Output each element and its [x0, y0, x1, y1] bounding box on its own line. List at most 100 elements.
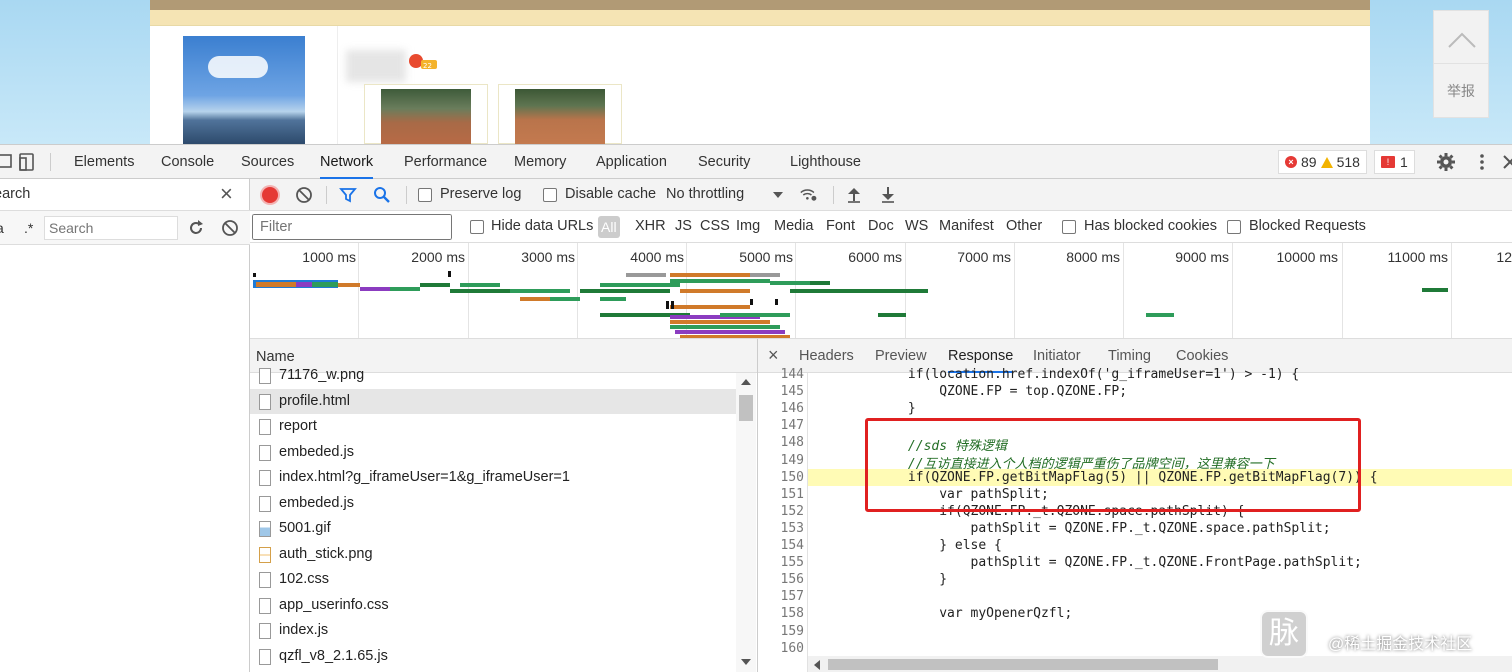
scrollbar-thumb[interactable]: [828, 659, 1218, 670]
tab-security[interactable]: Security: [698, 145, 750, 179]
request-row[interactable]: app_userinfo.css: [250, 593, 736, 619]
line-number: 155: [780, 555, 804, 571]
inspect-element-icon[interactable]: [0, 153, 14, 171]
annotation-highlight-box: [865, 418, 1361, 512]
vip-badge-icon: 22: [409, 54, 437, 70]
filter-other[interactable]: Other: [1006, 218, 1042, 234]
tab-performance[interactable]: Performance: [404, 145, 487, 179]
tab-sources[interactable]: Sources: [241, 145, 294, 179]
report-link[interactable]: 举报: [1434, 81, 1488, 101]
clear-search-icon[interactable]: [221, 219, 239, 237]
document-file-icon: [259, 419, 271, 435]
line-number: 149: [780, 452, 804, 468]
console-counts[interactable]: × 89 518: [1278, 150, 1367, 174]
filter-img[interactable]: Img: [736, 218, 760, 234]
profile-sidebar: [150, 26, 338, 144]
request-list-scrollbar[interactable]: [736, 373, 756, 672]
search-row: a .*: [0, 211, 250, 245]
request-row[interactable]: qzfl_v8_2.1.65.js: [250, 644, 736, 670]
filter-xhr[interactable]: XHR: [635, 218, 666, 234]
has-blocked-cookies-label: Has blocked cookies: [1084, 218, 1217, 234]
close-detail-icon[interactable]: ×: [768, 345, 779, 366]
preserve-log-checkbox[interactable]: [418, 188, 432, 202]
scrollbar-thumb[interactable]: [739, 395, 753, 421]
line-number: 150: [780, 469, 804, 485]
filter-js[interactable]: JS: [675, 218, 692, 234]
close-search-icon[interactable]: ×: [220, 183, 233, 205]
scroll-down-icon[interactable]: [741, 659, 751, 665]
request-row[interactable]: embeded.js: [250, 491, 736, 517]
tab-application[interactable]: Application: [596, 145, 667, 179]
settings-gear-icon[interactable]: [1436, 152, 1456, 172]
network-conditions-icon[interactable]: [800, 186, 818, 204]
refresh-icon[interactable]: [186, 218, 206, 238]
filter-input[interactable]: [252, 214, 452, 240]
code-line: pathSplit = QZONE.FP._t.QZONE.FrontPage.…: [814, 555, 1362, 571]
code-line: var myOpenerQzfl;: [814, 606, 1073, 622]
search-icon[interactable]: [373, 186, 391, 204]
chevron-down-icon[interactable]: [773, 192, 783, 198]
filter-all[interactable]: All: [598, 216, 620, 238]
line-number: 159: [780, 623, 804, 639]
issue-count: 1: [1400, 154, 1408, 170]
scroll-up-icon[interactable]: [741, 379, 751, 385]
import-har-icon[interactable]: [845, 186, 863, 204]
request-row[interactable]: 102.css: [250, 567, 736, 593]
tab-memory[interactable]: Memory: [514, 145, 566, 179]
tab-elements[interactable]: Elements: [74, 145, 134, 179]
blurred-username: [346, 50, 406, 82]
back-to-top-widget[interactable]: 举报: [1433, 10, 1489, 118]
request-name: 102.css: [279, 571, 329, 587]
filter-doc[interactable]: Doc: [868, 218, 894, 234]
request-row[interactable]: 71176_w.png: [250, 363, 736, 389]
request-row[interactable]: index.js: [250, 618, 736, 644]
request-name: report: [279, 418, 317, 434]
filter-media[interactable]: Media: [774, 218, 814, 234]
blocked-requests-checkbox[interactable]: [1227, 220, 1241, 234]
network-toolbar: Preserve log Disable cache No throttling: [250, 179, 1512, 211]
network-overview-timeline[interactable]: 1000 ms 2000 ms 3000 ms 4000 ms 5000 ms …: [250, 243, 1512, 339]
waterfall-bars: [253, 271, 1448, 338]
hide-data-urls-checkbox[interactable]: [470, 220, 484, 234]
line-number: 147: [780, 418, 804, 434]
document-file-icon: [259, 648, 271, 665]
close-devtools-icon[interactable]: [1500, 152, 1512, 172]
tab-console[interactable]: Console: [161, 145, 214, 179]
match-case-toggle[interactable]: a: [0, 220, 4, 236]
request-row[interactable]: report: [250, 414, 736, 440]
watermark-logo: 脉: [1260, 610, 1308, 658]
more-options-icon[interactable]: [1472, 152, 1492, 172]
request-row[interactable]: auth_stick.png: [250, 542, 736, 568]
issues-counter[interactable]: ! 1: [1374, 150, 1415, 174]
disable-cache-checkbox[interactable]: [543, 188, 557, 202]
request-row[interactable]: 5001.gif: [250, 516, 736, 542]
clear-log-icon[interactable]: [295, 186, 313, 204]
request-row[interactable]: embeded.js: [250, 440, 736, 466]
photo-thumbnail[interactable]: [498, 84, 622, 144]
record-button[interactable]: [262, 187, 278, 203]
warning-icon: [1320, 156, 1333, 168]
device-toolbar-icon[interactable]: [18, 153, 36, 171]
filter-css[interactable]: CSS: [700, 218, 730, 234]
photo-thumbnail[interactable]: [364, 84, 488, 144]
tab-lighthouse[interactable]: Lighthouse: [790, 145, 861, 179]
document-file-icon: [259, 393, 271, 410]
has-blocked-cookies-checkbox[interactable]: [1062, 220, 1076, 234]
request-row[interactable]: profile.html: [250, 388, 736, 414]
error-icon: ×: [1285, 156, 1297, 168]
export-har-icon[interactable]: [879, 186, 897, 204]
throttling-select[interactable]: No throttling: [666, 186, 744, 202]
filter-manifest[interactable]: Manifest: [939, 218, 994, 234]
tab-network[interactable]: Network: [320, 145, 374, 179]
scroll-left-icon[interactable]: [814, 660, 820, 670]
avatar-photo[interactable]: [183, 36, 305, 144]
filter-icon[interactable]: [339, 186, 357, 204]
search-input[interactable]: [44, 216, 178, 240]
warning-count: 518: [1336, 154, 1360, 170]
chevron-up-icon[interactable]: [1446, 25, 1478, 57]
filter-font[interactable]: Font: [826, 218, 855, 234]
filter-ws[interactable]: WS: [905, 218, 928, 234]
request-row[interactable]: index.html?g_iframeUser=1&g_iframeUser=1: [250, 465, 736, 491]
svg-text:22: 22: [423, 62, 432, 70]
regex-toggle[interactable]: .*: [24, 220, 33, 236]
